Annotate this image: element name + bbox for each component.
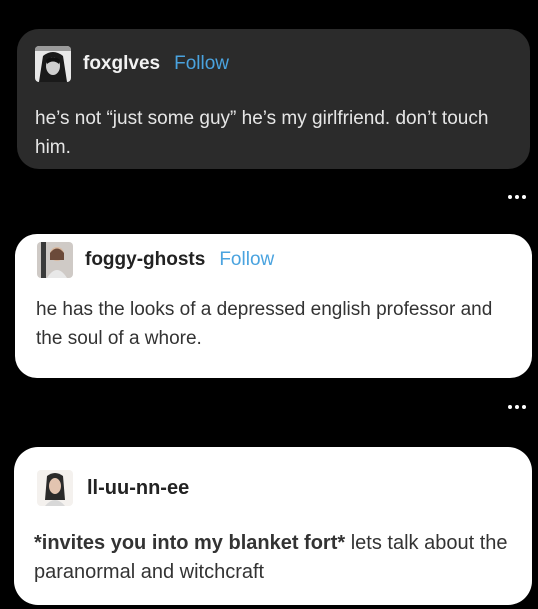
avatar[interactable] [35, 46, 71, 82]
post-text: he has the looks of a depressed english … [36, 299, 493, 349]
username[interactable]: foggy-ghosts [85, 249, 205, 271]
post-header: ll-uu-nn-ee [37, 470, 189, 506]
username[interactable]: foxglves [83, 53, 160, 75]
post-header: foxglves Follow [35, 46, 229, 82]
username[interactable]: ll-uu-nn-ee [87, 477, 189, 500]
post-header: foggy-ghosts Follow [37, 242, 274, 278]
more-options-icon[interactable] [508, 405, 526, 409]
follow-button[interactable]: Follow [219, 249, 274, 271]
avatar[interactable] [37, 470, 73, 506]
post-card-foxglves: foxglves Follow he’s not “just some guy”… [17, 29, 530, 169]
post-text: he’s not “just some guy” he’s my girlfri… [35, 108, 489, 158]
post-text: *invites you into my blanket fort* lets … [34, 529, 514, 587]
more-options-icon[interactable] [508, 195, 526, 199]
post-text-bold: *invites you into my blanket fort* [34, 532, 346, 554]
post-card-ll-uu-nn-ee: ll-uu-nn-ee *invites you into my blanket… [14, 447, 532, 605]
avatar[interactable] [37, 242, 73, 278]
post-card-foggy-ghosts: foggy-ghosts Follow he has the looks of … [15, 234, 532, 378]
follow-button[interactable]: Follow [174, 53, 229, 75]
